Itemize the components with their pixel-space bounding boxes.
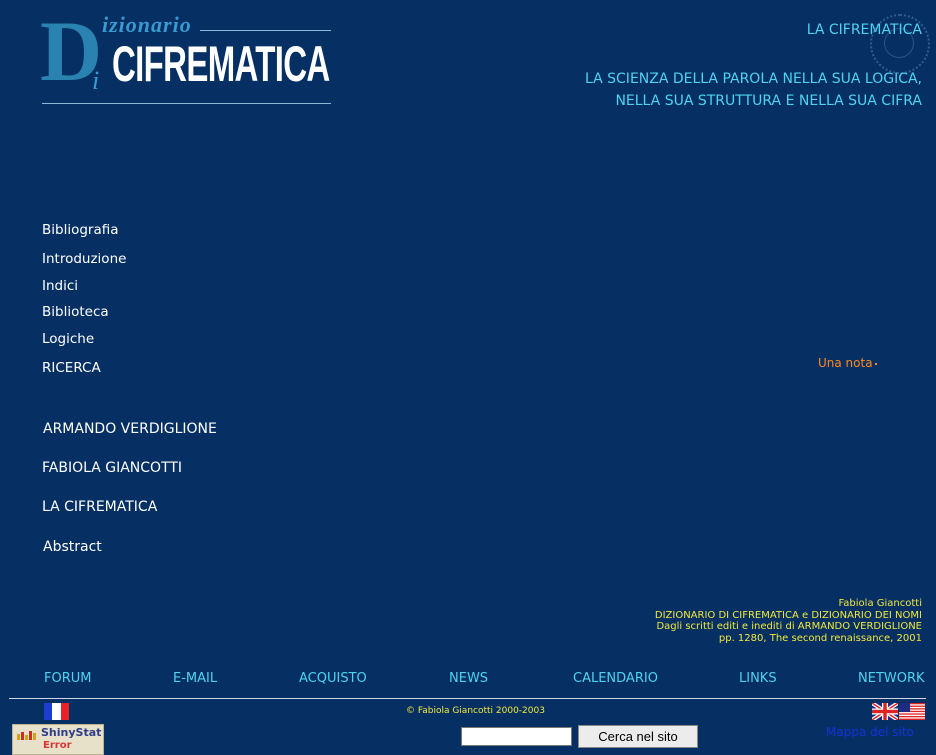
footer-nav-email[interactable]: E-MAIL	[173, 671, 217, 686]
nav-abstract[interactable]: Abstract	[43, 539, 102, 555]
note-link[interactable]: Una nota	[818, 356, 873, 370]
sitemap-link[interactable]: Mappa del sito	[826, 725, 914, 739]
tagline-line-2: NELLA SUA STRUTTURA E NELLA SUA CIFRA	[615, 93, 922, 109]
search-button[interactable]: Cerca nel sito	[578, 725, 698, 748]
nav-biblioteca[interactable]: Biblioteca	[42, 304, 109, 320]
shinystat-icon[interactable]: ShinyStat Error	[12, 724, 104, 755]
footer-nav-calendario[interactable]: CALENDARIO	[573, 671, 658, 686]
book-info: Fabiola Giancotti DIZIONARIO DI CIFREMAT…	[655, 598, 922, 644]
nav-fabiola-giancotti[interactable]: FABIOLA GIANCOTTI	[42, 460, 182, 476]
footer-nav-acquisto[interactable]: ACQUISTO	[299, 671, 367, 686]
footer-nav-network[interactable]: NETWORK	[858, 671, 925, 686]
logo-cifrematica: CIFREMATICA	[112, 36, 330, 92]
chart-bars-icon	[17, 731, 36, 740]
nav-indici[interactable]: Indici	[42, 278, 78, 294]
header-tagline: LA SCIENZA DELLA PAROLA NELLA SUA LOGICA…	[585, 68, 922, 112]
tagline-line-1: LA SCIENZA DELLA PAROLA NELLA SUA LOGICA…	[585, 71, 922, 87]
shinystat-brand: ShinyStat	[41, 726, 102, 739]
nav-la-cifrematica[interactable]: LA CIFREMATICA	[42, 499, 157, 515]
nav-armando-verdiglione[interactable]: ARMANDO VERDIGLIONE	[43, 421, 217, 437]
footer-nav-links[interactable]: LINKS	[739, 671, 777, 686]
nav-ricerca[interactable]: RICERCA	[42, 360, 101, 376]
nav-logiche[interactable]: Logiche	[42, 331, 94, 347]
book-author: Fabiola Giancotti	[838, 598, 922, 609]
footer-nav-forum[interactable]: FORUM	[44, 671, 91, 686]
footer-divider	[9, 698, 926, 699]
copyright: © Fabiola Giancotti 2000-2003	[406, 706, 545, 716]
footer-nav-news[interactable]: NEWS	[449, 671, 488, 686]
france-flag-icon[interactable]	[44, 703, 69, 720]
logo-rule-top	[200, 30, 331, 31]
header-title: LA CIFREMATICA	[806, 22, 922, 38]
logo-rule-bottom	[42, 103, 331, 104]
book-subtitle: Dagli scritti editi e inediti di ARMANDO…	[656, 621, 922, 632]
search-input[interactable]	[461, 727, 572, 746]
shinystat-status: Error	[43, 740, 72, 751]
nav-bibliografia[interactable]: Bibliografia	[42, 222, 119, 238]
book-details: pp. 1280, The second renaissance, 2001	[718, 632, 922, 644]
nav-introduzione[interactable]: Introduzione	[42, 251, 126, 267]
uk-flag-icon[interactable]	[872, 703, 898, 720]
note-dot	[875, 363, 877, 365]
us-flag-icon[interactable]	[899, 703, 925, 720]
book-title: DIZIONARIO DI CIFREMATICA e DIZIONARIO D…	[654, 609, 922, 621]
logo-letter-i: i	[92, 66, 100, 95]
